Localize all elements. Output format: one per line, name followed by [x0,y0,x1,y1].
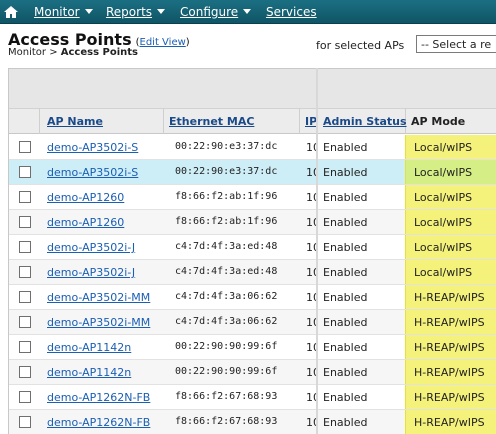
ap-name-link[interactable]: demo-AP3502i-MM [47,316,150,329]
ethernet-mac-cell: c4:7d:4f:3a:06:62 [175,291,278,302]
row-checkbox[interactable] [19,341,31,353]
column-header-admin-status[interactable]: Admin Status [323,115,407,128]
admin-status-cell: Enabled [323,166,368,179]
row-checkbox[interactable] [19,366,31,378]
nav-monitor[interactable]: Monitor [34,5,93,19]
ap-name-link[interactable]: demo-AP3502i-J [47,266,135,279]
table-row[interactable]: demo-AP1260f8:66:f2:ab:1f:9610EnabledLoc… [9,210,496,235]
admin-status-cell: Enabled [323,391,368,404]
admin-status-cell: Enabled [323,416,368,429]
table-row[interactable]: demo-AP3502i-MMc4:7d:4f:3a:06:6210Enable… [9,285,496,310]
admin-status-cell: Enabled [323,291,368,304]
admin-status-cell: Enabled [323,316,368,329]
ethernet-mac-cell: 00:22:90:90:99:6f [175,366,278,377]
admin-status-cell: Enabled [323,341,368,354]
column-divider [39,108,40,134]
edit-view-link[interactable]: Edit View [140,37,186,48]
table-row[interactable]: demo-AP3502i-Jc4:7d:4f:3a:ed:4810Enabled… [9,260,496,285]
ap-mode-cell: H-REAP/wIPS [405,335,496,359]
ethernet-mac-cell: f8:66:f2:67:68:93 [175,391,278,402]
ethernet-mac-cell: f8:66:f2:ab:1f:96 [175,216,278,227]
breadcrumb-separator: > [46,47,61,58]
ap-mode-cell: Local/wIPS [405,185,496,209]
row-checkbox[interactable] [19,166,31,178]
ap-mode-cell: Local/wIPS [405,135,496,159]
table-row[interactable]: demo-AP1262N-FBf8:66:f2:67:68:9310Enable… [9,385,496,410]
ethernet-mac-cell: f8:66:f2:ab:1f:96 [175,191,278,202]
ethernet-mac-cell: 00:22:90:e3:37:dc [175,141,278,152]
table-toolbar-band [9,68,496,108]
chevron-down-icon [157,9,166,14]
action-select[interactable]: -- Select a re [416,35,496,53]
ap-mode-cell: H-REAP/wIPS [405,285,496,309]
ap-name-link[interactable]: demo-AP3502i-S [47,166,138,179]
table-row[interactable]: demo-AP1142n00:22:90:90:99:6f10EnabledH-… [9,335,496,360]
chevron-down-icon [84,9,93,14]
row-checkbox[interactable] [19,191,31,203]
table-row[interactable]: demo-AP3502i-MMc4:7d:4f:3a:06:6210Enable… [9,310,496,335]
ethernet-mac-cell: f8:66:f2:67:68:93 [175,416,278,427]
ap-name-link[interactable]: demo-AP1142n [47,366,131,379]
ap-name-link[interactable]: demo-AP3502i-J [47,241,135,254]
table-row[interactable]: demo-AP3502i-S00:22:90:e3:37:dc10Enabled… [9,135,496,160]
table-row[interactable]: demo-AP3502i-S00:22:90:e3:37:dc10Enabled… [9,160,496,185]
admin-status-cell: Enabled [323,216,368,229]
admin-status-cell: Enabled [323,191,368,204]
ap-mode-cell: Local/wIPS [405,260,496,284]
column-divider [299,108,300,134]
table-row[interactable]: demo-AP3502i-Jc4:7d:4f:3a:ed:4810Enabled… [9,235,496,260]
ap-name-link[interactable]: demo-AP1262N-FB [47,391,150,404]
column-divider [163,108,164,134]
ap-name-link[interactable]: demo-AP3502i-S [47,141,138,154]
column-header-ap-mode[interactable]: AP Mode [411,115,465,128]
ap-mode-cell: Local/wIPS [405,160,496,184]
row-checkbox[interactable] [19,416,31,428]
breadcrumb: Monitor > Access Points [8,47,138,58]
row-checkbox[interactable] [19,316,31,328]
ap-name-link[interactable]: demo-AP3502i-MM [47,291,150,304]
row-checkbox[interactable] [19,291,31,303]
admin-status-cell: Enabled [323,366,368,379]
table-row[interactable]: demo-AP1262N-FBf8:66:f2:67:68:9310Enable… [9,410,496,434]
ap-mode-cell: H-REAP/wIPS [405,310,496,334]
ap-name-link[interactable]: demo-AP1260 [47,216,124,229]
edit-view-wrapper: (Edit View) [135,37,190,48]
row-checkbox[interactable] [19,266,31,278]
row-checkbox[interactable] [19,241,31,253]
ap-mode-cell: Local/wIPS [405,210,496,234]
ap-mode-cell: H-REAP/wIPS [405,360,496,384]
ap-name-link[interactable]: demo-AP1262N-FB [47,416,150,429]
breadcrumb-current: Access Points [60,47,139,58]
nav-services[interactable]: Services [266,5,317,19]
table-row[interactable]: demo-AP1142n00:22:90:90:99:6f10EnabledH-… [9,360,496,385]
ap-name-link[interactable]: demo-AP1260 [47,191,124,204]
column-header-ethernet-mac[interactable]: Ethernet MAC [169,115,254,128]
row-checkbox[interactable] [19,141,31,153]
access-points-table: AP Name Ethernet MAC IP Admin Status AP … [8,68,496,434]
frozen-column-divider [316,68,318,434]
ethernet-mac-cell: c4:7d:4f:3a:ed:48 [175,241,278,252]
ethernet-mac-cell: 00:22:90:e3:37:dc [175,166,278,177]
column-header-ap-name[interactable]: AP Name [47,115,103,128]
ethernet-mac-cell: 00:22:90:90:99:6f [175,341,278,352]
breadcrumb-root[interactable]: Monitor [8,47,46,58]
ap-mode-cell: H-REAP/wIPS [405,410,496,434]
top-nav-bar: Monitor Reports Configure Services [0,0,496,24]
nav-reports[interactable]: Reports [106,5,166,19]
admin-status-cell: Enabled [323,241,368,254]
ap-name-link[interactable]: demo-AP1142n [47,341,131,354]
ap-mode-cell: Local/wIPS [405,235,496,259]
nav-configure[interactable]: Configure [180,5,252,19]
chevron-down-icon [243,9,252,14]
home-icon[interactable] [3,5,19,19]
ethernet-mac-cell: c4:7d:4f:3a:06:62 [175,316,278,327]
ethernet-mac-cell: c4:7d:4f:3a:ed:48 [175,266,278,277]
selected-aps-label: for selected APs [316,39,405,52]
table-row[interactable]: demo-AP1260f8:66:f2:ab:1f:9610EnabledLoc… [9,185,496,210]
row-checkbox[interactable] [19,216,31,228]
ap-mode-cell: H-REAP/wIPS [405,385,496,409]
row-checkbox[interactable] [19,391,31,403]
admin-status-cell: Enabled [323,141,368,154]
admin-status-cell: Enabled [323,266,368,279]
